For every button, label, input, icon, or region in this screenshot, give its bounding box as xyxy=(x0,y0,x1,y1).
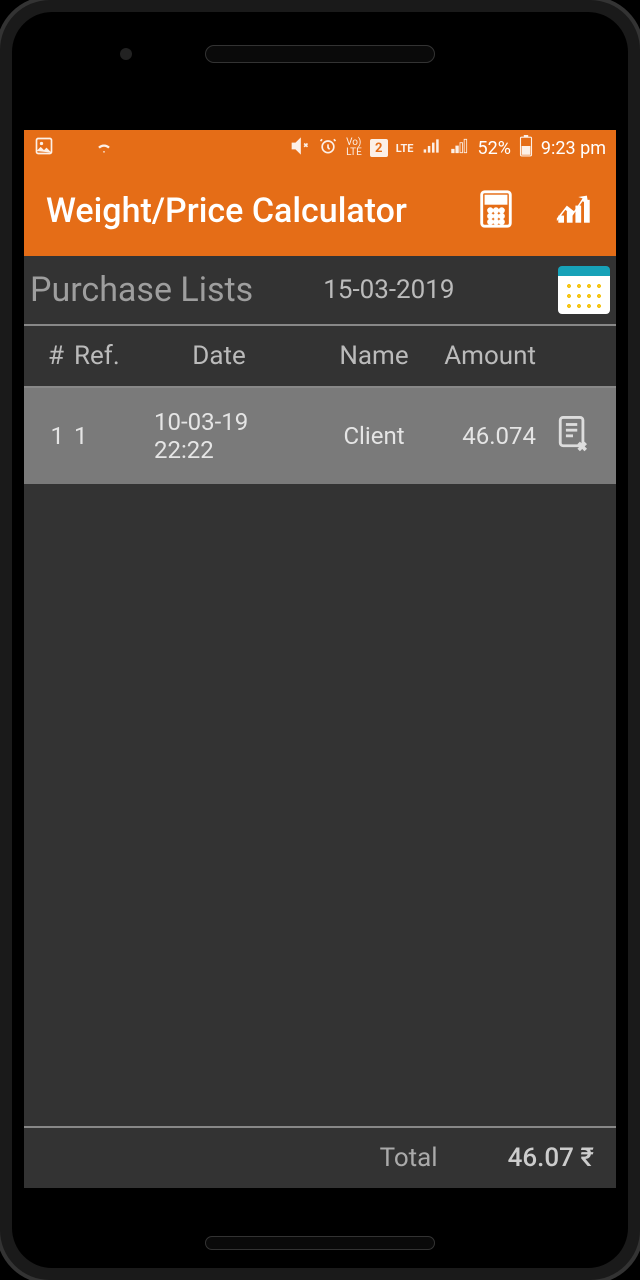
volte-icon: Vo)LTE xyxy=(346,138,362,158)
chart-icon[interactable] xyxy=(554,189,594,233)
col-amount: Amount xyxy=(444,341,556,371)
calendar-button[interactable] xyxy=(558,266,610,314)
wifi-icon xyxy=(94,136,114,161)
lte-icon: LTE xyxy=(396,142,414,155)
signal-icon xyxy=(422,136,442,161)
page-title: Purchase Lists xyxy=(30,270,253,310)
col-num: # xyxy=(24,341,74,371)
calculator-icon[interactable] xyxy=(478,189,514,233)
cell-client: Client xyxy=(304,422,444,450)
footer: Total 46.07 ₹ xyxy=(24,1126,616,1188)
wand-icon xyxy=(64,136,84,161)
signal2-icon xyxy=(450,136,470,161)
battery-icon xyxy=(519,135,533,162)
cell-ref: 1 xyxy=(74,422,134,450)
date-display: 15-03-2019 xyxy=(323,275,454,305)
sim2-icon: 2 xyxy=(370,139,388,157)
app-title: Weight/Price Calculator xyxy=(46,191,478,231)
table-header: # Ref. Date Name Amount xyxy=(24,326,616,388)
image-icon xyxy=(34,136,54,161)
table-row[interactable]: 1 1 10-03-19 22:22 Client 46.074 xyxy=(24,388,616,488)
subheader: Purchase Lists 15-03-2019 xyxy=(24,256,616,326)
battery-pct: 52% xyxy=(478,138,511,159)
alarm-icon xyxy=(318,136,338,161)
mute-icon xyxy=(290,136,310,161)
delete-row-button[interactable] xyxy=(556,414,606,458)
clock-time: 9:23 pm xyxy=(541,138,606,159)
total-label: Total xyxy=(380,1143,438,1173)
app-bar: Weight/Price Calculator xyxy=(24,166,616,256)
col-ref: Ref. xyxy=(74,341,134,371)
col-name: Name xyxy=(304,341,444,371)
cell-num: 1 xyxy=(24,422,74,450)
total-value: 46.07 ₹ xyxy=(508,1143,594,1173)
cell-amount: 46.074 xyxy=(444,422,556,450)
col-date: Date xyxy=(134,341,304,371)
cell-date: 10-03-19 22:22 xyxy=(134,408,304,464)
status-bar: Vo)LTE 2 LTE 52% 9:23 pm xyxy=(24,130,616,166)
